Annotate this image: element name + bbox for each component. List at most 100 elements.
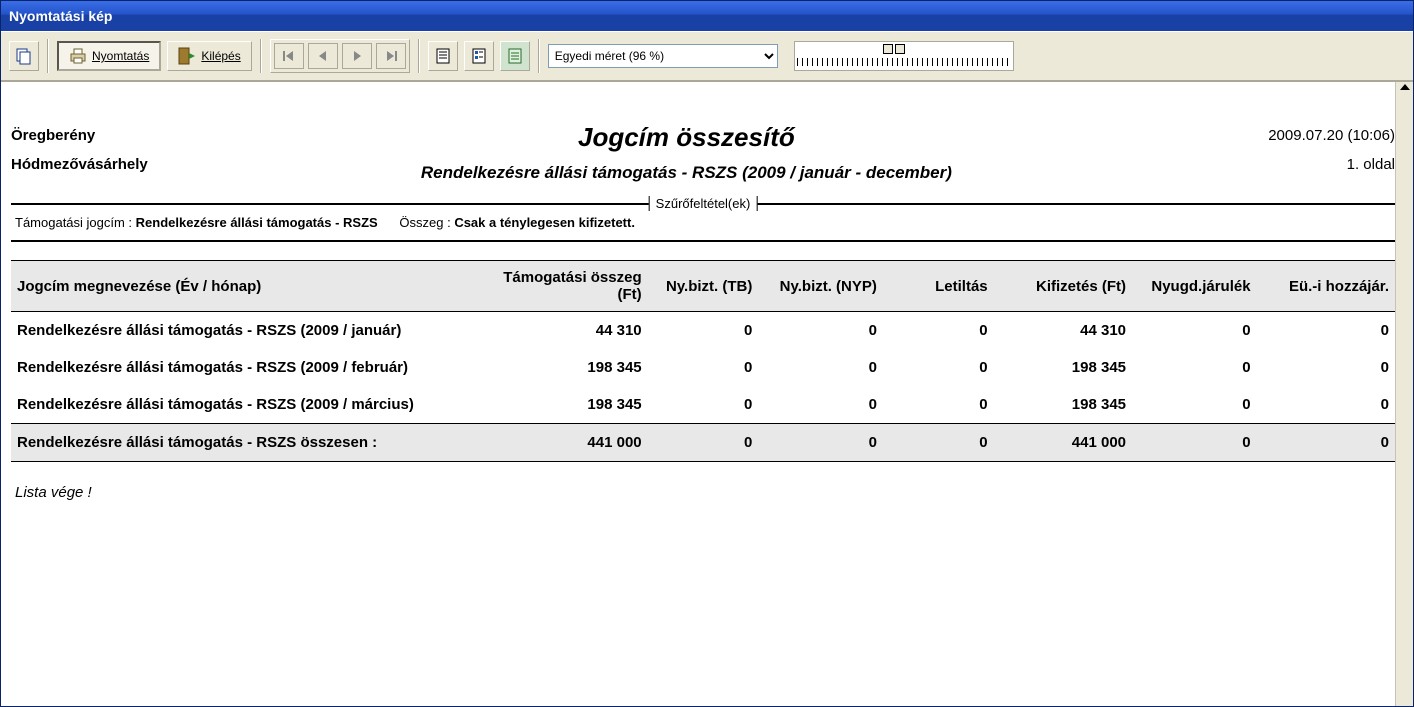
th-eu: Eü.-i hozzájár.	[1257, 261, 1395, 312]
cell-nyugd: 0	[1132, 312, 1257, 350]
report-meta: 2009.07.20 (10:06) 1. oldal	[1225, 122, 1395, 179]
printer-icon	[69, 48, 87, 64]
exit-button[interactable]: Kilépés	[167, 41, 251, 71]
cell-name: Rendelkezésre állási támogatás - RSZS (2…	[11, 349, 482, 386]
ruler-handle-left[interactable]	[883, 44, 893, 54]
report-org: Öregberény Hódmezővásárhely	[11, 122, 148, 179]
cell-nyp: 0	[758, 424, 883, 462]
org-name-top: Öregberény	[11, 122, 148, 151]
cell-tb: 0	[648, 424, 759, 462]
cell-nyp: 0	[758, 349, 883, 386]
cell-name: Rendelkezésre állási támogatás - RSZS (2…	[11, 386, 482, 424]
th-kifiz: Kifizetés (Ft)	[994, 261, 1132, 312]
cell-kifiz: 441 000	[994, 424, 1132, 462]
view-single-page-button[interactable]	[428, 41, 458, 71]
cell-nyugd: 0	[1132, 349, 1257, 386]
filter2-value: Csak a ténylegesen kifizetett.	[454, 215, 635, 230]
cell-kifiz: 198 345	[994, 386, 1132, 424]
cell-letiltas: 0	[883, 349, 994, 386]
th-nyp: Ny.bizt. (NYP)	[758, 261, 883, 312]
print-label: Nyomtatás	[92, 49, 149, 63]
ruler-ticks	[797, 58, 1011, 66]
filter1-value: Rendelkezésre állási támogatás - RSZS	[136, 215, 378, 230]
fit-page-icon	[508, 48, 522, 64]
cell-amount: 441 000	[482, 424, 648, 462]
table-header-row: Jogcím megnevezése (Év / hónap) Támogatá…	[11, 261, 1395, 312]
table-row: Rendelkezésre állási támogatás - RSZS (2…	[11, 386, 1395, 424]
cell-eu: 0	[1257, 386, 1395, 424]
list-end: Lista vége !	[15, 484, 1391, 501]
single-page-icon	[436, 48, 450, 64]
table-row: Rendelkezésre állási támogatás - RSZS (2…	[11, 312, 1395, 350]
toolbar-separator	[260, 39, 262, 73]
print-button[interactable]: Nyomtatás	[57, 41, 161, 71]
exit-label: Kilépés	[201, 49, 240, 63]
first-page-button[interactable]	[274, 43, 304, 69]
th-letiltas: Letiltás	[883, 261, 994, 312]
cell-eu: 0	[1257, 424, 1395, 462]
title-bar: Nyomtatási kép	[1, 1, 1413, 31]
toolbar-separator	[418, 39, 420, 73]
toolbar-separator	[538, 39, 540, 73]
document-area: Öregberény Hódmezővásárhely Jogcím össze…	[1, 81, 1413, 706]
cell-amount: 44 310	[482, 312, 648, 350]
cell-kifiz: 198 345	[994, 349, 1132, 386]
last-page-button[interactable]	[376, 43, 406, 69]
th-tb: Ny.bizt. (TB)	[648, 261, 759, 312]
nav-group	[270, 39, 410, 73]
last-page-icon	[385, 50, 397, 62]
report-datetime: 2009.07.20 (10:06)	[1225, 122, 1395, 151]
view-fit-button[interactable]	[500, 41, 530, 71]
cell-tb: 0	[648, 312, 759, 350]
filter-box: Szűrőfeltétel(ek) Támogatási jogcím : Re…	[11, 203, 1395, 242]
report-page-number: 1. oldal	[1225, 151, 1395, 180]
cell-nyugd: 0	[1132, 386, 1257, 424]
filter1-label: Támogatási jogcím :	[15, 215, 136, 230]
window-title: Nyomtatási kép	[9, 8, 112, 24]
next-page-button[interactable]	[342, 43, 372, 69]
toolbar: Nyomtatás Kilépés	[1, 31, 1413, 81]
cell-kifiz: 44 310	[994, 312, 1132, 350]
scroll-up-icon	[1400, 84, 1410, 90]
cell-amount: 198 345	[482, 386, 648, 424]
cell-name: Rendelkezésre állási támogatás - RSZS (2…	[11, 312, 482, 350]
print-preview-window: Nyomtatási kép Nyomtatás Kilépés	[0, 0, 1414, 707]
cell-letiltas: 0	[883, 424, 994, 462]
filter2-label: Összeg :	[399, 215, 454, 230]
report-title-block: Jogcím összesítő Rendelkezésre állási tá…	[148, 122, 1225, 183]
prev-page-icon	[317, 50, 329, 62]
zoom-select[interactable]: Egyedi méret (96 %)	[548, 44, 778, 68]
ruler-handle-right[interactable]	[895, 44, 905, 54]
org-name-bottom: Hódmezővásárhely	[11, 151, 148, 180]
cell-nyp: 0	[758, 312, 883, 350]
exit-icon	[178, 47, 196, 65]
copy-icon	[15, 47, 33, 65]
cell-eu: 0	[1257, 312, 1395, 350]
cell-eu: 0	[1257, 349, 1395, 386]
filter-line-1: Támogatási jogcím : Rendelkezésre állási…	[15, 215, 381, 230]
cell-tb: 0	[648, 349, 759, 386]
form-page-icon	[472, 48, 486, 64]
next-page-icon	[351, 50, 363, 62]
prev-page-button[interactable]	[308, 43, 338, 69]
cell-letiltas: 0	[883, 386, 994, 424]
report-page: Öregberény Hódmezővásárhely Jogcím össze…	[1, 82, 1413, 543]
view-form-button[interactable]	[464, 41, 494, 71]
vertical-scrollbar[interactable]	[1395, 82, 1413, 706]
margin-ruler[interactable]	[794, 41, 1014, 71]
toolbar-separator	[47, 39, 49, 73]
th-nyugd: Nyugd.járulék	[1132, 261, 1257, 312]
report-header: Öregberény Hódmezővásárhely Jogcím össze…	[11, 122, 1395, 183]
filter-legend: Szűrőfeltétel(ek)	[649, 196, 758, 211]
copy-button[interactable]	[9, 41, 39, 71]
cell-amount: 198 345	[482, 349, 648, 386]
first-page-icon	[283, 50, 295, 62]
cell-letiltas: 0	[883, 312, 994, 350]
report-subtitle: Rendelkezésre állási támogatás - RSZS (2…	[148, 163, 1225, 183]
th-name: Jogcím megnevezése (Év / hónap)	[11, 261, 482, 312]
table-total-row: Rendelkezésre állási támogatás - RSZS ös…	[11, 424, 1395, 462]
cell-tb: 0	[648, 386, 759, 424]
th-amount: Támogatási összeg (Ft)	[482, 261, 648, 312]
cell-nyugd: 0	[1132, 424, 1257, 462]
cell-name: Rendelkezésre állási támogatás - RSZS ös…	[11, 424, 482, 462]
